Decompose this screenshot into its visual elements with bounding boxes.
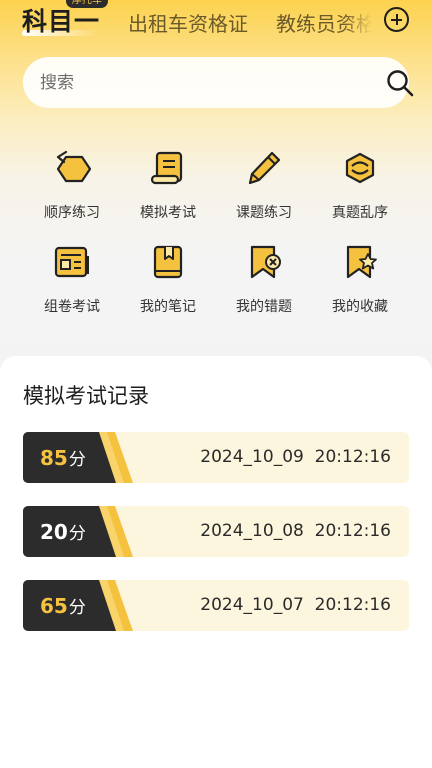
- newspaper-icon: [54, 246, 89, 278]
- grid-item-topic-practice[interactable]: 课题练习: [216, 148, 312, 228]
- grid-item-label: 模拟考试: [140, 205, 196, 221]
- bookmark-x-icon: [250, 245, 281, 279]
- tab-taxi-license[interactable]: 出租车资格证: [128, 8, 248, 37]
- tab-instructor-license[interactable]: 教练员资格证: [276, 8, 372, 37]
- subject-tabs: 科目一 摩托车 出租车资格证 教练员资格证: [0, 0, 432, 44]
- grid-item-label: 我的笔记: [140, 299, 196, 315]
- record-score: 65分: [40, 593, 86, 618]
- record-item[interactable]: 20分 2024_10_08 20:12:16: [23, 506, 409, 557]
- record-time: 20:12:16: [314, 447, 391, 467]
- grid-item-my-favorites[interactable]: 我的收藏: [312, 242, 408, 322]
- record-item[interactable]: 85分 2024_10_09 20:12:16: [23, 432, 409, 483]
- record-datetime: 2024_10_08 20:12:16: [200, 521, 391, 541]
- grid-item-compose-exam[interactable]: 组卷考试: [24, 242, 120, 322]
- score-value: 65: [40, 594, 68, 618]
- grid-item-label: 课题练习: [236, 205, 292, 221]
- record-date: 2024_10_09: [200, 447, 304, 467]
- record-date: 2024_10_08: [200, 521, 304, 541]
- score-unit: 分: [68, 450, 86, 470]
- tab-badge: 摩托车: [66, 0, 108, 8]
- search-bar[interactable]: [23, 57, 414, 108]
- record-score: 85分: [40, 445, 86, 470]
- scroll-icon: [150, 151, 183, 185]
- grid-item-sequential-practice[interactable]: 顺序练习: [24, 148, 120, 228]
- grid-item-my-mistakes[interactable]: 我的错题: [216, 242, 312, 322]
- exam-records-card: 模拟考试记录 85分 2024_10_09 20:12:16 20分 2024_…: [0, 356, 432, 768]
- shuffle-icon: [345, 152, 375, 184]
- score-value: 20: [40, 520, 68, 544]
- record-time: 20:12:16: [314, 595, 391, 615]
- records-title: 模拟考试记录: [23, 384, 149, 408]
- score-unit: 分: [68, 598, 86, 618]
- search-icon[interactable]: [385, 68, 415, 98]
- grid-item-label: 组卷考试: [44, 299, 100, 315]
- record-date: 2024_10_07: [200, 595, 304, 615]
- search-input[interactable]: [40, 69, 340, 97]
- score-value: 85: [40, 446, 68, 470]
- pencil-icon: [248, 151, 281, 185]
- grid-item-shuffled-questions[interactable]: 真题乱序: [312, 148, 408, 228]
- grid-item-mock-exam[interactable]: 模拟考试: [120, 148, 216, 228]
- grid-item-label: 我的错题: [236, 299, 292, 315]
- grid-item-label: 顺序练习: [44, 205, 100, 221]
- record-datetime: 2024_10_07 20:12:16: [200, 595, 391, 615]
- bookmark-star-icon: [346, 245, 377, 279]
- add-subject-icon[interactable]: [384, 7, 409, 32]
- record-item[interactable]: 65分 2024_10_07 20:12:16: [23, 580, 409, 631]
- grid-item-label: 真题乱序: [332, 205, 388, 221]
- record-score: 20分: [40, 519, 86, 544]
- grid-item-my-notes[interactable]: 我的笔记: [120, 242, 216, 322]
- record-time: 20:12:16: [314, 521, 391, 541]
- book-icon: [153, 245, 183, 279]
- hexagon-arrow-icon: [56, 150, 92, 183]
- record-datetime: 2024_10_09 20:12:16: [200, 447, 391, 467]
- grid-item-label: 我的收藏: [332, 299, 388, 315]
- score-unit: 分: [68, 524, 86, 544]
